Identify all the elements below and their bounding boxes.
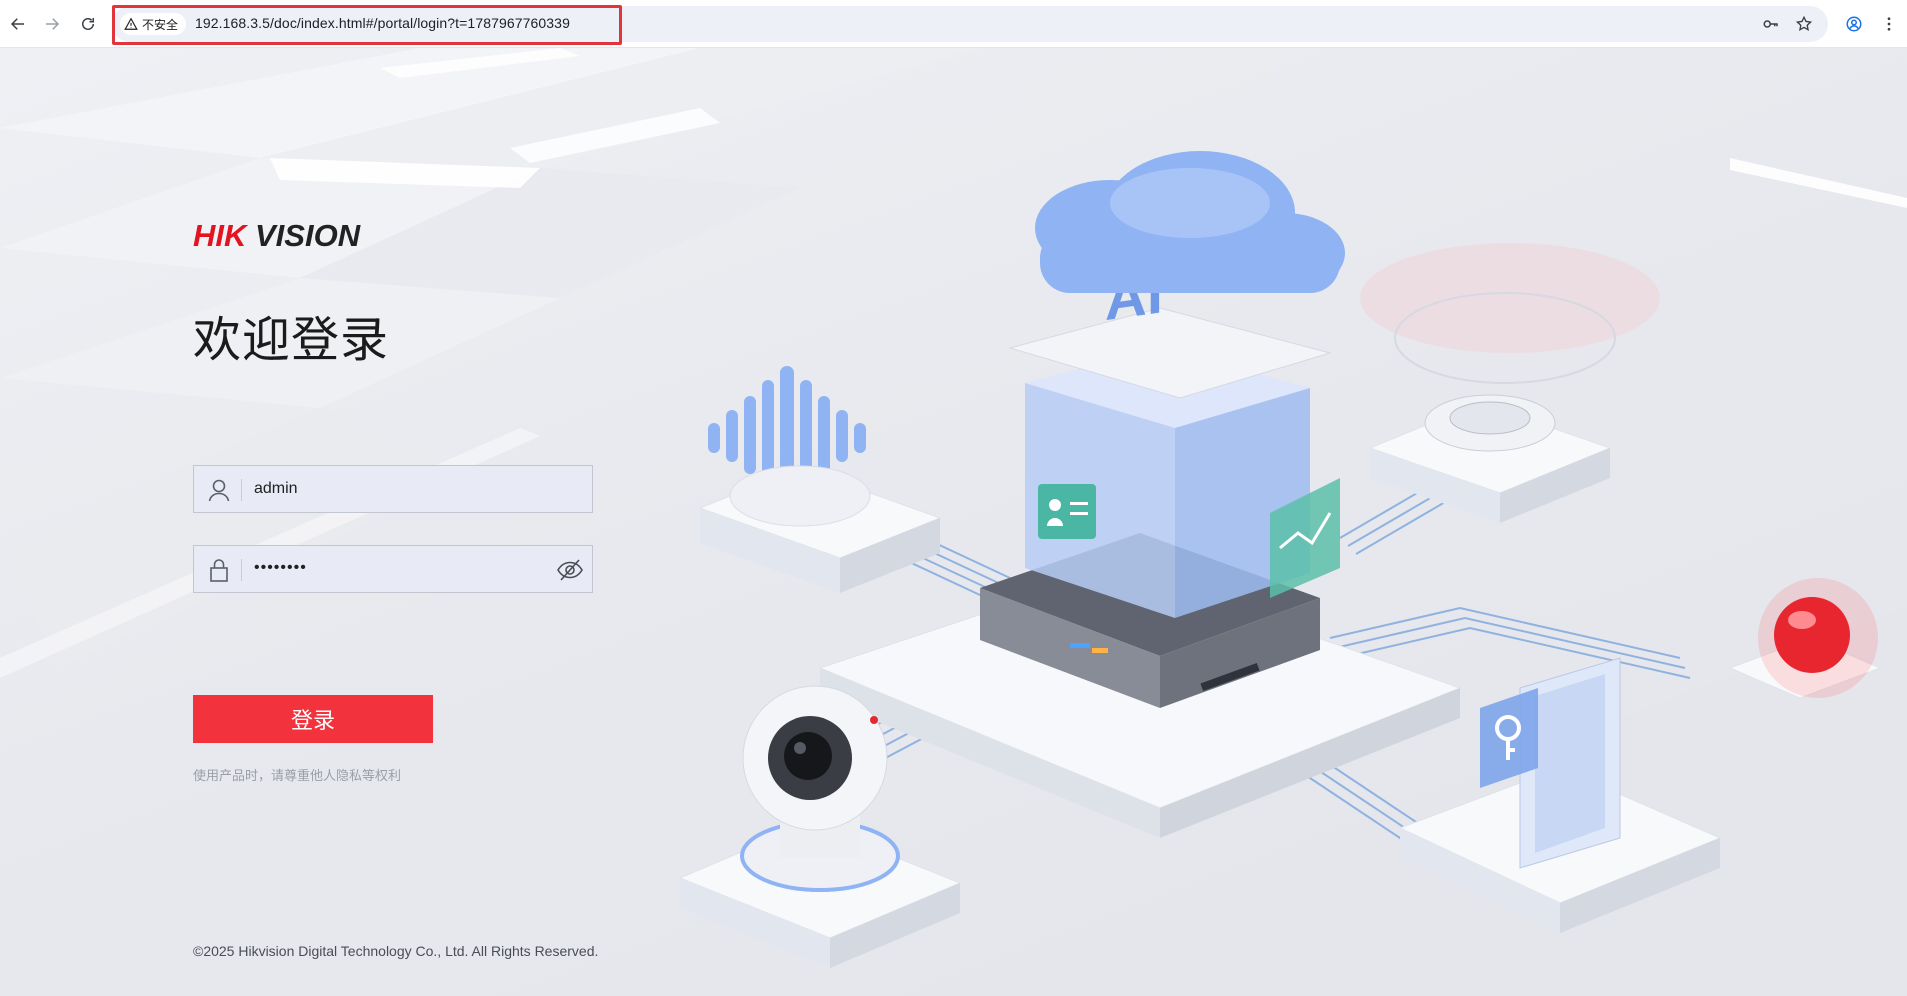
privacy-notice: 使用产品时，请尊重他人隐私等权利 bbox=[193, 769, 402, 784]
star-icon bbox=[1795, 15, 1813, 31]
back-button[interactable] bbox=[4, 10, 32, 38]
profile-icon bbox=[1846, 16, 1862, 32]
reload-button[interactable] bbox=[74, 10, 102, 38]
copyright-text: ©2025 Hikvision Digital Technology Co., … bbox=[193, 943, 599, 959]
field-divider bbox=[241, 559, 242, 581]
alarm-light bbox=[1774, 597, 1850, 673]
password-input[interactable]: •••••••• bbox=[254, 559, 307, 577]
lock-icon bbox=[210, 559, 228, 582]
browser-toolbar: 不安全 192.168.3.5/doc/index.html#/portal/l… bbox=[0, 0, 1907, 48]
more-vertical-icon bbox=[1887, 17, 1891, 31]
user-icon bbox=[208, 479, 230, 502]
bookmark-button[interactable] bbox=[1793, 13, 1815, 35]
arrow-left-icon bbox=[10, 18, 24, 30]
hikvision-logo: HIK VISION bbox=[193, 218, 361, 252]
field-divider bbox=[241, 479, 242, 501]
profile-button[interactable] bbox=[1843, 13, 1865, 35]
arrow-right-icon bbox=[46, 18, 60, 30]
svg-text:HIK: HIK bbox=[193, 218, 249, 252]
id-card-panel bbox=[1038, 484, 1096, 539]
username-input[interactable] bbox=[254, 466, 534, 512]
login-page: HIK VISION 欢迎登录 •••••••• 登录 使用产品时，请尊重他人隐… bbox=[0, 48, 1907, 996]
password-key-button[interactable] bbox=[1760, 13, 1782, 35]
login-button[interactable]: 登录 bbox=[193, 695, 433, 743]
url-highlight-box bbox=[112, 5, 622, 45]
password-field[interactable]: •••••••• bbox=[193, 545, 593, 593]
menu-button[interactable] bbox=[1878, 13, 1900, 35]
eye-off-icon[interactable] bbox=[556, 557, 584, 583]
cloud-shape bbox=[1035, 151, 1345, 293]
iot-illustration: AI bbox=[680, 151, 1882, 968]
svg-text:VISION: VISION bbox=[255, 218, 361, 252]
username-field[interactable] bbox=[193, 465, 593, 513]
key-icon bbox=[1763, 20, 1778, 28]
reload-icon bbox=[82, 18, 94, 30]
forward-button[interactable] bbox=[38, 10, 66, 38]
page-title: 欢迎登录 bbox=[193, 312, 390, 368]
